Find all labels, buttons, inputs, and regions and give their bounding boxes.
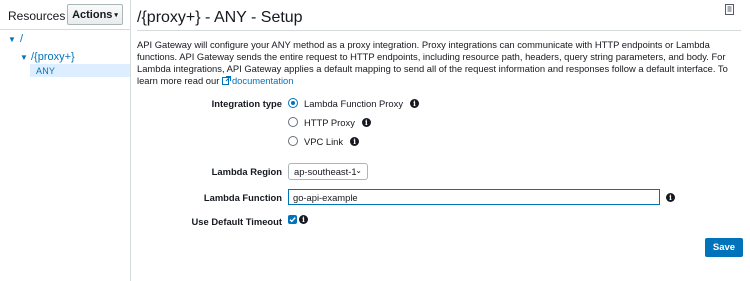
radio-http-proxy[interactable] xyxy=(288,117,298,127)
chevron-down-icon: ⌄ xyxy=(355,166,362,175)
documentation-link-label: documentation xyxy=(231,75,294,86)
tree-row-proxy: ▼ /{proxy+} xyxy=(0,51,130,63)
tree-item-root[interactable]: / xyxy=(20,33,23,45)
lambda-region-label: Lambda Region xyxy=(211,166,282,177)
notebook-icon[interactable] xyxy=(724,4,735,16)
info-icon[interactable]: i xyxy=(361,117,371,127)
lambda-function-input[interactable]: go-api-example xyxy=(288,189,660,205)
radio-label-http-proxy: HTTP Proxy xyxy=(304,116,355,128)
radio-option-http-proxy[interactable]: HTTP Proxy i xyxy=(288,116,371,128)
tree-row-any[interactable]: ANY xyxy=(0,64,130,77)
expand-triangle-icon[interactable]: ▼ xyxy=(8,34,16,46)
default-timeout-label: Use Default Timeout xyxy=(191,216,282,227)
radio-label-lambda-proxy: Lambda Function Proxy xyxy=(304,97,404,109)
resources-label: Resources xyxy=(8,9,66,23)
radio-option-vpc-link[interactable]: VPC Link i xyxy=(288,135,360,147)
info-icon[interactable]: i xyxy=(299,215,308,224)
checkmark-icon xyxy=(289,217,296,223)
integration-type-label: Integration type xyxy=(211,98,282,109)
proxy-description: API Gateway will configure your ANY meth… xyxy=(137,39,743,87)
radio-lambda-proxy[interactable] xyxy=(288,98,298,108)
lambda-region-value: ap-southeast-1 xyxy=(294,166,357,177)
radio-label-vpc-link: VPC Link xyxy=(304,135,344,147)
tree-item-proxy[interactable]: /{proxy+} xyxy=(31,51,75,63)
lambda-region-select[interactable]: ap-southeast-1 ⌄ xyxy=(288,163,368,180)
lambda-function-value: go-api-example xyxy=(293,191,358,203)
expand-triangle-icon[interactable]: ▼ xyxy=(20,52,28,64)
info-icon[interactable]: i xyxy=(350,136,360,146)
lambda-function-label: Lambda Function xyxy=(203,192,282,203)
tree-item-any-method[interactable]: ANY xyxy=(36,65,55,77)
title-divider xyxy=(137,30,741,31)
page-title: /{proxy+} - ANY - Setup xyxy=(137,9,303,26)
save-button[interactable]: Save xyxy=(705,238,743,257)
radio-vpc-link[interactable] xyxy=(288,136,298,146)
resources-panel: Resources Actions ▾ ▼ / ▼ /{proxy+} ANY xyxy=(0,0,131,281)
actions-label: Actions xyxy=(72,8,113,21)
tree-row-root: ▼ / xyxy=(0,33,130,45)
resource-tree: ▼ / ▼ /{proxy+} ANY xyxy=(0,33,130,77)
info-icon[interactable]: i xyxy=(410,98,420,108)
actions-button[interactable]: Actions ▾ xyxy=(67,4,123,25)
default-timeout-checkbox[interactable] xyxy=(288,215,297,224)
caret-down-icon: ▾ xyxy=(114,11,118,19)
resources-header: Resources Actions ▾ xyxy=(0,0,130,30)
documentation-link[interactable]: documentation xyxy=(221,75,294,86)
external-link-icon xyxy=(221,76,231,85)
radio-option-lambda-proxy[interactable]: Lambda Function Proxy i xyxy=(288,97,420,109)
info-icon[interactable]: i xyxy=(666,193,675,202)
